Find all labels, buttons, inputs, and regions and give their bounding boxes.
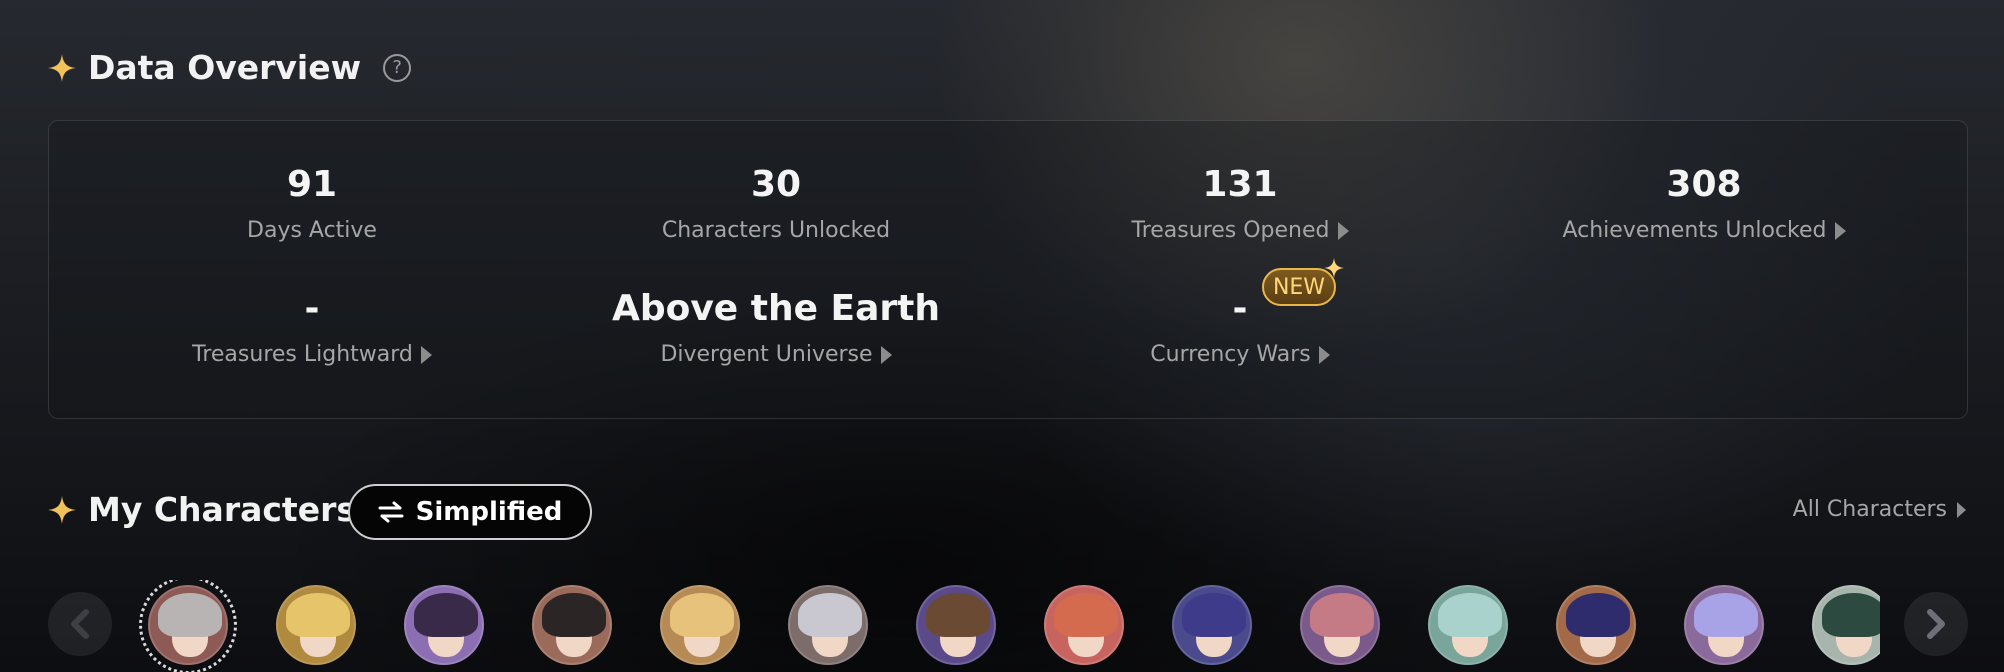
avatar-hair <box>542 593 606 637</box>
all-characters-link[interactable]: All Characters <box>1793 497 1966 522</box>
chevron-right-icon <box>880 345 892 364</box>
my-characters-header: My Characters <box>48 490 356 529</box>
avatar-hair <box>1054 593 1118 637</box>
stat-value: 91 <box>286 164 338 205</box>
avatar-hair <box>1182 593 1246 637</box>
character-avatar[interactable] <box>1684 585 1764 665</box>
question-circle-icon[interactable]: ? <box>383 53 412 82</box>
character-avatar-list <box>136 580 1880 672</box>
avatar-hair <box>1566 593 1630 637</box>
stat-label: Days Active <box>247 218 377 243</box>
section-title: My Characters <box>88 490 356 529</box>
stat-divergent-universe[interactable]: Above the Earth Divergent Universe <box>544 286 1008 367</box>
chevron-right-icon <box>420 345 432 364</box>
stat-label: Divergent Universe <box>544 342 1008 367</box>
chevron-right-icon <box>1834 221 1846 240</box>
stat-achievements-unlocked[interactable]: 308 Achievements Unlocked <box>1472 162 1936 243</box>
avatar-hair <box>926 593 990 637</box>
character-avatar[interactable] <box>660 585 740 665</box>
stat-value: Above the Earth <box>611 288 941 329</box>
carousel-next-button[interactable] <box>1904 592 1968 656</box>
stat-value: - <box>304 288 320 329</box>
avatar-hair <box>798 593 862 637</box>
character-avatar[interactable] <box>404 585 484 665</box>
character-avatar[interactable] <box>1300 585 1380 665</box>
avatar-hair <box>158 593 222 637</box>
carousel-prev-button[interactable] <box>48 592 112 656</box>
sparkle-icon <box>48 495 76 524</box>
stat-value: 308 <box>1666 164 1742 205</box>
character-avatar[interactable] <box>788 585 868 665</box>
simplified-toggle-button[interactable]: Simplified <box>348 484 592 540</box>
avatar-hair <box>1310 593 1374 637</box>
stat-characters-unlocked: 30 Characters Unlocked <box>544 162 1008 243</box>
stat-value: 30 <box>750 164 802 205</box>
stat-label: Achievements Unlocked <box>1472 218 1936 243</box>
character-avatar[interactable] <box>139 580 237 672</box>
character-avatar[interactable] <box>1812 585 1880 665</box>
chevron-right-icon <box>1957 501 1966 518</box>
toggle-label: Simplified <box>415 497 563 527</box>
avatar-hair <box>1438 593 1502 637</box>
sparkle-icon <box>48 53 76 82</box>
stat-label: Treasures Lightward <box>80 342 544 367</box>
avatar-hair <box>670 593 734 637</box>
stat-label: Currency Wars <box>1008 342 1472 367</box>
stat-label: Characters Unlocked <box>661 218 891 243</box>
avatar-hair <box>1822 593 1880 637</box>
new-badge: NEW <box>1262 258 1344 306</box>
chevron-right-icon <box>1927 609 1945 639</box>
sparkle-icon <box>1324 258 1344 278</box>
character-avatar[interactable] <box>1172 585 1252 665</box>
section-title: Data Overview <box>88 48 362 87</box>
stat-currency-wars[interactable]: - Currency Wars <box>1008 286 1472 367</box>
character-avatar[interactable] <box>1556 585 1636 665</box>
chevron-right-icon <box>1318 345 1330 364</box>
avatar-hair <box>1694 593 1758 637</box>
chevron-left-icon <box>71 609 89 639</box>
character-avatar[interactable] <box>276 585 356 665</box>
character-avatar[interactable] <box>1044 585 1124 665</box>
character-avatar[interactable] <box>1428 585 1508 665</box>
stat-treasures-lightward[interactable]: - Treasures Lightward <box>80 286 544 367</box>
stat-days-active: 91 Days Active <box>80 162 544 243</box>
avatar-hair <box>286 593 350 637</box>
stat-treasures-opened[interactable]: 131 Treasures Opened <box>1008 162 1472 243</box>
stat-value: 131 <box>1202 164 1278 205</box>
character-avatar[interactable] <box>916 585 996 665</box>
chevron-right-icon <box>1337 221 1349 240</box>
data-overview-header: Data Overview ? <box>48 48 412 87</box>
character-avatar[interactable] <box>532 585 612 665</box>
avatar-hair <box>414 593 478 637</box>
stat-label: Treasures Opened <box>1008 218 1472 243</box>
swap-icon <box>378 501 404 523</box>
stat-value: - <box>1232 288 1248 329</box>
